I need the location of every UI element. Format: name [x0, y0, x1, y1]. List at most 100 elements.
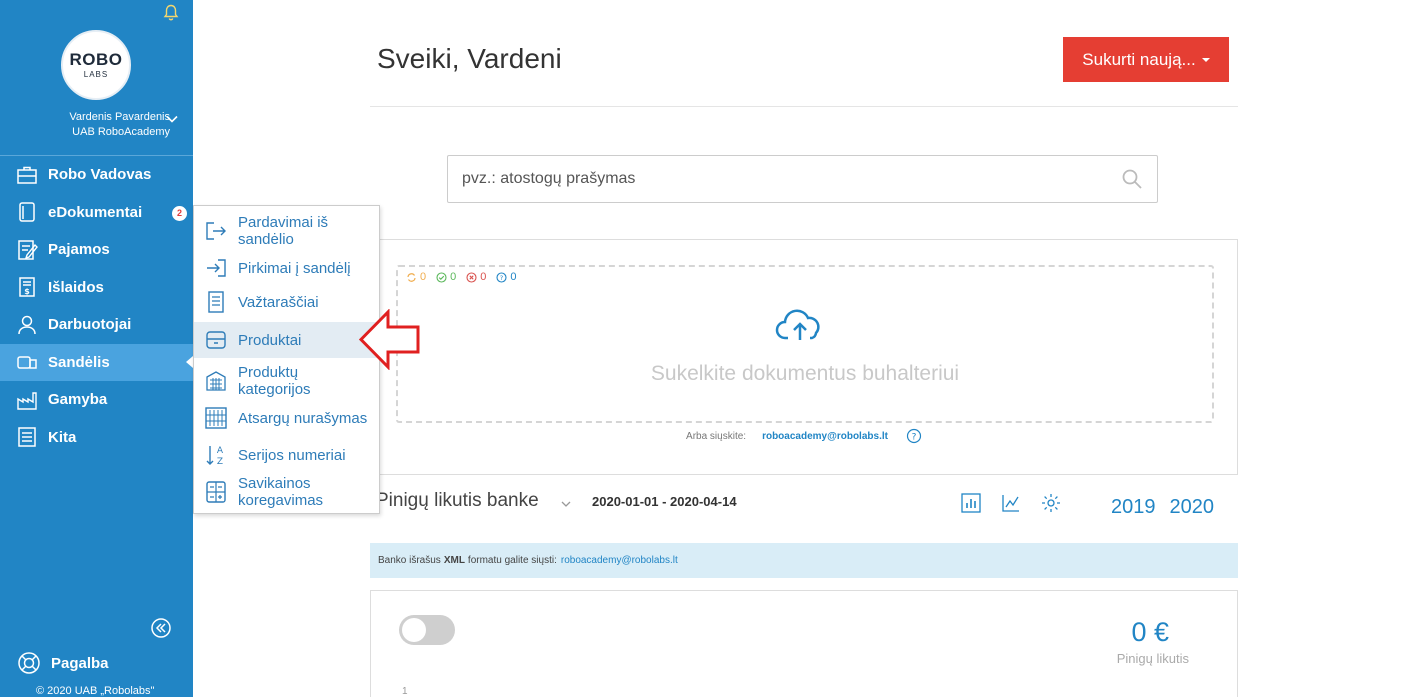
submenu-label: Savikainos koregavimas — [238, 475, 324, 509]
factory-icon — [16, 389, 38, 411]
help-circle-icon[interactable]: ? — [906, 428, 922, 444]
employee-icon — [16, 314, 38, 336]
logo-text: ROBO — [69, 50, 123, 69]
sidebar-item-label: Sandėlis — [48, 353, 110, 371]
user-info[interactable]: Vardenis Pavardenis UAB RoboAcademy — [0, 110, 170, 140]
svg-text:A: A — [217, 446, 224, 456]
briefcase-icon — [16, 164, 38, 186]
balance-amount: 0 € — [1131, 617, 1169, 647]
sidebar-item-label: Kita — [48, 428, 77, 446]
sidebar-nav: Robo Vadovas eDokumentai 2 Pajamos $ Išl… — [0, 156, 193, 456]
chart-toolbar — [960, 492, 1062, 514]
svg-text:?: ? — [500, 274, 503, 282]
submenu-label: Atsargų nurašymas — [238, 409, 368, 427]
stat-failed: 0 — [466, 271, 486, 283]
income-icon — [16, 239, 38, 261]
submenu-label: Važtaraščiai — [238, 293, 319, 311]
upload-dropzone[interactable]: 0 0 0 ? 0 Sukelkite dokumentus buhalteri… — [396, 265, 1214, 423]
submenu-label: Produktų kategorijos — [238, 364, 311, 398]
year-2019[interactable]: 2019 — [1111, 496, 1156, 519]
active-caret-icon — [186, 355, 193, 368]
annotation-arrow-icon — [358, 308, 421, 371]
user-name: Vardenis Pavardenis — [69, 111, 170, 123]
submenu-item-sales-from-warehouse[interactable]: Pardavimai iš sandėlio — [194, 210, 379, 252]
caret-down-icon — [1201, 57, 1210, 62]
bank-info-bar: Banko išrašus XML formatu galite siųsti:… — [370, 543, 1238, 578]
submenu-item-serial-numbers[interactable]: AZ Serijos numeriai — [194, 440, 379, 470]
line-chart-icon[interactable] — [1000, 492, 1022, 514]
submenu-item-products[interactable]: Produktai — [194, 322, 379, 358]
sort-az-icon: AZ — [204, 443, 228, 467]
stat-value: 0 — [480, 271, 487, 283]
create-new-label: Sukurti naują... — [1082, 49, 1196, 69]
chevron-down-icon[interactable] — [165, 112, 179, 126]
sidebar-item-robo-vadovas[interactable]: Robo Vadovas — [0, 156, 193, 194]
sidebar-item-sandelis[interactable]: Sandėlis — [0, 343, 193, 381]
submenu-label: Serijos numeriai — [238, 446, 346, 464]
submenu-item-waybills[interactable]: Važtaraščiai — [194, 287, 379, 317]
submenu-label: Pirkimai į sandėlį — [238, 259, 351, 277]
calculator-icon — [204, 480, 228, 504]
create-new-button[interactable]: Sukurti naują... — [1063, 37, 1229, 82]
gear-icon[interactable] — [1040, 492, 1062, 514]
info-email-link[interactable]: roboacademy@robolabs.lt — [561, 555, 678, 566]
sidebar-item-gamyba[interactable]: Gamyba — [0, 381, 193, 419]
waybill-icon — [204, 290, 228, 314]
date-range[interactable]: 2020-01-01 - 2020-04-14 — [592, 494, 737, 509]
bank-balance-header: Pinigų likutis banke 2020-01-01 - 2020-0… — [376, 486, 1238, 522]
stat-success: 0 — [436, 271, 456, 283]
submenu-item-cost-adjustment[interactable]: Savikainos koregavimas — [194, 472, 379, 512]
collapse-sidebar-icon[interactable] — [150, 617, 172, 639]
search-box — [447, 155, 1158, 203]
sidebar-item-label: Pajamos — [48, 241, 110, 259]
sidebar-item-label: eDokumentai — [48, 203, 143, 221]
submenu-label: Pardavimai iš sandėlio — [238, 214, 329, 248]
bell-icon[interactable] — [163, 4, 179, 22]
company-logo: ROBO LABS — [61, 30, 131, 100]
chevron-down-icon[interactable] — [560, 497, 572, 509]
submenu-item-product-categories[interactable]: Produktų kategorijos — [194, 360, 379, 402]
year-2020[interactable]: 2020 — [1170, 496, 1215, 519]
search-input[interactable] — [462, 156, 1102, 202]
sidebar-item-edokumentai[interactable]: eDokumentai 2 — [0, 194, 193, 232]
box-icon — [204, 328, 228, 352]
page-title: Sveiki, Vardeni — [377, 43, 562, 74]
documents-icon — [16, 201, 38, 223]
stat-pending: 0 — [406, 271, 426, 283]
sidebar-item-islaidos[interactable]: $ Išlaidos — [0, 269, 193, 307]
export-icon — [204, 219, 228, 243]
info-suffix: formatu galite siųsti: — [467, 555, 557, 566]
balance-label: Pinigų likutis — [1116, 651, 1189, 666]
sidebar-item-kita[interactable]: Kita — [0, 419, 193, 457]
x-circle-icon — [466, 271, 477, 283]
stat-unknown: ? 0 — [496, 271, 517, 283]
notification-badge: 2 — [172, 205, 187, 221]
upload-email-link[interactable]: roboacademy@robolabs.lt — [762, 431, 888, 442]
sync-icon — [407, 272, 416, 282]
sidebar-item-label: Išlaidos — [48, 278, 104, 296]
sidebar: ROBO LABS Vardenis Pavardenis UAB RoboAc… — [0, 0, 193, 697]
cloud-upload-icon — [775, 304, 825, 344]
bank-balance-title[interactable]: Pinigų likutis banke — [376, 490, 539, 512]
help-link[interactable]: Pagalba — [17, 651, 109, 675]
upload-card: 0 0 0 ? 0 Sukelkite dokumentus buhalteri… — [370, 239, 1238, 475]
submenu-item-purchases-to-warehouse[interactable]: Pirkimai į sandėlį — [194, 253, 379, 283]
check-circle-icon — [436, 271, 447, 283]
stat-value: 0 — [510, 271, 517, 283]
expenses-icon: $ — [16, 276, 38, 298]
logo-subtext: LABS — [83, 70, 109, 79]
bar-chart-icon[interactable] — [960, 492, 982, 514]
category-icon — [204, 369, 228, 393]
submenu-item-stock-writeoff[interactable]: Atsargų nurašymas — [194, 404, 379, 432]
info-format: XML — [443, 555, 465, 566]
search-icon[interactable] — [1121, 168, 1143, 190]
sidebar-item-label: Gamyba — [48, 391, 108, 409]
sidebar-item-pajamos[interactable]: Pajamos — [0, 231, 193, 269]
lifebuoy-icon — [17, 651, 41, 675]
chart-axis-label: 1 — [402, 686, 408, 697]
import-icon — [204, 256, 228, 280]
sidebar-item-darbuotojai[interactable]: Darbuotojai — [0, 306, 193, 344]
balance-card: 0 € Pinigų likutis 1 — [370, 590, 1238, 697]
balance-toggle[interactable] — [399, 615, 455, 645]
svg-text:?: ? — [912, 433, 917, 443]
